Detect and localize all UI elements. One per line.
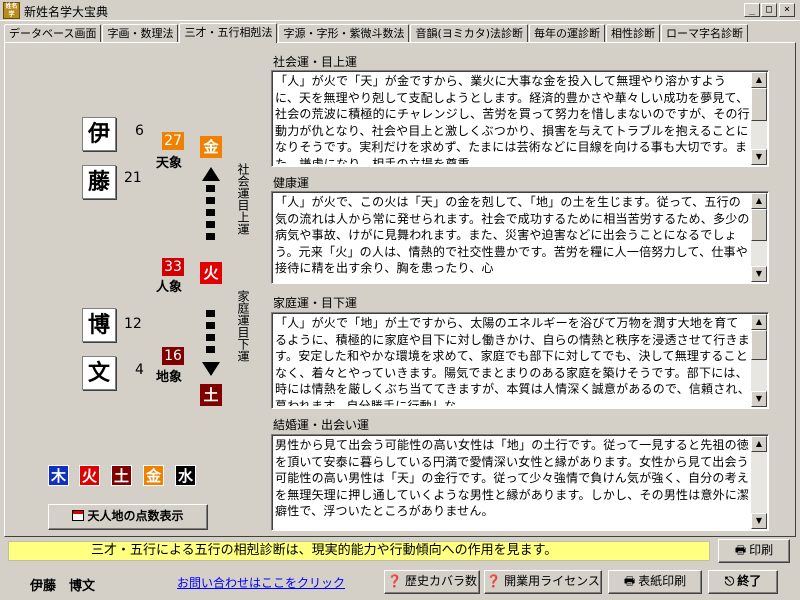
arrow-dash (206, 197, 215, 204)
scroll-up-icon[interactable]: ▲ (751, 314, 767, 330)
arrow-dash (206, 322, 215, 329)
scrollbar[interactable]: ▲ ▼ (751, 314, 767, 407)
section-title-family: 家庭運・目下運 (273, 296, 358, 310)
info-bar: 三才・五行による五行の相剋診断は、現実的能力や行動傾向への作用を見ます。 (8, 541, 710, 561)
stroke-count-2: 21 (124, 170, 142, 186)
social-fortune-text[interactable]: 「人」が火で「天」が金ですから、業火に大事な金を投入して無理やり溶かすように、天… (271, 70, 769, 167)
arrow-dash (206, 334, 215, 341)
legend-earth: 土 (111, 465, 132, 486)
marriage-fortune-text[interactable]: 男性から見て出会う可能性の高い女性は「地」の土行です。従って一見すると先祖の徳を… (271, 434, 769, 531)
section-title-marriage: 結婚運・出会い運 (273, 418, 370, 432)
stroke-count-3: 12 (124, 316, 142, 332)
chi-element: 土 (200, 384, 222, 406)
window-title: 新姓名学大宝典 (24, 5, 109, 19)
scroll-down-icon[interactable]: ▼ (751, 513, 767, 529)
upper-relation-label: 社会運目上運 (236, 163, 250, 235)
stroke-count-4: 4 (135, 362, 144, 378)
stroke-count-1: 6 (135, 123, 144, 139)
legend-wood: 木 (48, 465, 69, 486)
table-icon (72, 510, 85, 521)
tab-onin[interactable]: 音韻(ヨミカタ)法診断 (410, 24, 529, 43)
full-name: 伊藤 博文 (30, 579, 96, 594)
scroll-down-icon[interactable]: ▼ (751, 149, 767, 165)
arrow-dash (206, 310, 215, 317)
family-fortune-text[interactable]: 「人」が火で「地」が土ですから、太陽のエネルギーを浴びて万物を潤す大地を育てるよ… (271, 312, 769, 409)
chi-number: 16 (162, 347, 184, 365)
arrow-down-icon (202, 362, 220, 376)
tab-compatibility[interactable]: 相性診断 (606, 24, 661, 43)
jin-number: 33 (162, 258, 184, 276)
ten-label: 天象 (156, 156, 183, 171)
contact-link[interactable]: お問い合わせはここをクリック (177, 574, 345, 591)
scrollbar[interactable]: ▲ ▼ (751, 436, 767, 529)
scroll-thumb[interactable] (751, 209, 767, 241)
bottom-bar: 伊藤 博文 お問い合わせはここをクリック ❓ 歴史カバラ数 ❓ 開業用ライセンス 🖶… (0, 566, 800, 600)
section-title-social: 社会運・目上運 (273, 55, 358, 69)
app-logo-icon: 姓名学 (3, 2, 20, 19)
chi-label: 地象 (156, 370, 183, 385)
ten-element: 金 (200, 136, 222, 158)
scroll-thumb[interactable] (751, 330, 767, 360)
minimize-button[interactable]: _ (744, 3, 760, 17)
exit-button[interactable]: ⎋ 終了 (708, 570, 778, 594)
scroll-up-icon[interactable]: ▲ (751, 72, 767, 88)
title-bar: 姓名学 新姓名学大宝典 _ □ × (0, 0, 800, 21)
arrow-dash (206, 209, 215, 216)
tab-stroke-count[interactable]: 字画・数理法 (102, 24, 179, 43)
legend-metal: 金 (143, 465, 164, 486)
business-license-button[interactable]: ❓ 開業用ライセンス (484, 570, 602, 594)
jin-label: 人象 (156, 280, 183, 295)
tab-sansai-gogyo[interactable]: 三才・五行相剋法 (179, 23, 278, 43)
tab-romaji-name[interactable]: ローマ字名診断 (661, 24, 749, 43)
scroll-down-icon[interactable]: ▼ (751, 391, 767, 407)
printer-icon: 🖶 (623, 574, 636, 588)
lower-relation-label: 家庭運目下運 (236, 290, 250, 362)
arrow-up-icon (202, 167, 220, 181)
cover-print-button[interactable]: 🖶 表紙印刷 (608, 570, 702, 594)
points-display-button[interactable]: 天人地の点数表示 (48, 504, 208, 530)
arrow-dash (206, 346, 215, 353)
name-char-1: 伊 (82, 117, 116, 151)
scroll-up-icon[interactable]: ▲ (751, 193, 767, 209)
arrow-dash (206, 221, 215, 228)
exit-icon: ⎋ (724, 574, 735, 588)
tab-jigen-jikei[interactable]: 字源・字形・紫微斗数法 (278, 24, 410, 43)
close-button[interactable]: × (779, 3, 795, 17)
scrollbar[interactable]: ▲ ▼ (751, 193, 767, 282)
ten-number: 27 (162, 132, 184, 150)
tab-yearly-fortune[interactable]: 毎年の運診断 (529, 24, 606, 43)
name-char-2: 藤 (82, 165, 116, 199)
tab-database[interactable]: データベース画面 (4, 24, 102, 43)
legend-fire: 火 (79, 465, 100, 486)
help-icon: ❓ (486, 574, 502, 588)
arrow-dash (206, 233, 215, 240)
name-char-3: 博 (82, 308, 116, 342)
printer-icon: 🖶 (734, 543, 747, 557)
legend-water: 水 (175, 465, 196, 486)
scroll-down-icon[interactable]: ▼ (751, 266, 767, 282)
health-fortune-text[interactable]: 「人」が火で、この火は「天」の金を剋して、「地」の土を生じます。従って、五行の気… (271, 191, 769, 284)
tab-bar: データベース画面 字画・数理法 三才・五行相剋法 字源・字形・紫微斗数法 音韻(… (4, 23, 749, 43)
arrow-dash (206, 185, 215, 192)
scroll-up-icon[interactable]: ▲ (751, 436, 767, 452)
jin-element: 火 (200, 262, 222, 284)
app-window: 姓名学 新姓名学大宝典 _ □ × データベース画面 字画・数理法 三才・五行相… (0, 0, 800, 600)
maximize-button[interactable]: □ (761, 3, 777, 17)
name-char-4: 文 (82, 356, 116, 390)
scroll-thumb[interactable] (751, 88, 767, 121)
section-title-health: 健康運 (273, 176, 310, 190)
print-button[interactable]: 🖶 印刷 (718, 539, 790, 563)
help-icon: ❓ (387, 574, 402, 588)
history-kabbalah-button[interactable]: ❓ 歴史カバラ数 (384, 570, 480, 594)
scrollbar[interactable]: ▲ ▼ (751, 72, 767, 165)
